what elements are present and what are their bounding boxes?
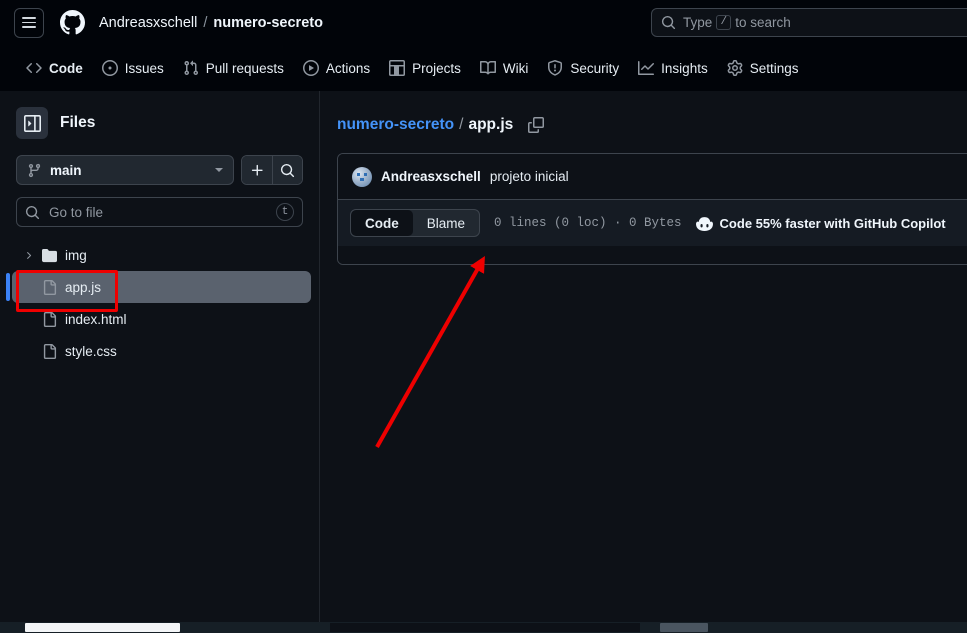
tab-actions-label: Actions [325,60,371,76]
file-content-area: numero-secreto / app.js Andreasxschell p… [321,91,967,622]
tab-blame-view[interactable]: Blame [413,210,479,236]
copilot-icon [695,216,713,231]
hamburger-menu-icon[interactable] [14,7,44,38]
chevron-down-icon [215,168,223,172]
commit-author[interactable]: Andreasxschell [381,169,481,184]
play-icon [302,60,319,76]
tab-insights[interactable]: Insights [630,54,716,82]
search-icon [661,15,676,30]
sidebar-action-buttons [241,155,303,185]
plus-icon [251,164,263,176]
tab-settings[interactable]: Settings [719,54,807,82]
search-icon [280,163,295,177]
repo-name-link[interactable]: numero-secreto [213,15,323,31]
scrollbar-track-segment [330,623,640,632]
tree-item-index-html[interactable]: index.html [12,303,311,335]
search-slash-key: / [716,15,732,30]
tab-issues-label: Issues [124,60,164,76]
code-blame-toggle: Code Blame [350,209,481,237]
go-to-file-input[interactable]: Go to file t [16,197,303,227]
breadcrumb-file-name: app.js [468,116,514,133]
search-placeholder-prefix: Type [683,15,713,30]
tab-pull-requests[interactable]: Pull requests [175,54,292,82]
global-header: Andreasxschell / numero-secreto Type / t… [0,0,967,45]
tree-item-label: app.js [65,279,102,295]
tree-item-label: img [65,247,87,263]
tree-item-label: index.html [65,311,127,327]
shield-icon [548,60,563,76]
file-tree: img app.js index.html style.css [0,239,319,367]
tree-item-app-js[interactable]: app.js [6,271,311,303]
tab-code-view[interactable]: Code [351,210,413,236]
graph-icon [638,61,655,75]
tab-pull-requests-label: Pull requests [205,60,284,76]
repo-breadcrumb-header: Andreasxschell / numero-secreto [99,15,323,31]
search-placeholder-suffix: to search [735,15,791,30]
file-icon [42,343,57,359]
files-sidebar: Files main Go to file t img app.js index… [0,91,320,622]
file-toolbar: Code Blame 0 lines (0 loc) · 0 Bytes Cod… [338,199,967,246]
tab-settings-label: Settings [749,60,799,76]
search-icon [25,205,40,219]
latest-commit-bar: Andreasxschell projeto inicial [338,154,967,199]
files-title: Files [60,114,96,131]
folder-icon [42,248,57,263]
tab-security-label: Security [570,60,620,76]
breadcrumb-repo-link[interactable]: numero-secreto [337,116,454,134]
breadcrumb: numero-secreto / app.js [321,91,967,134]
git-branch-icon [28,163,41,177]
table-icon [389,60,406,76]
branch-name-label: main [50,162,82,178]
chevron-right-icon[interactable] [22,250,34,261]
git-pull-request-icon [184,60,198,76]
go-to-file-shortcut-key: t [276,203,294,221]
tab-wiki-label: Wiki [502,60,529,76]
tree-item-img[interactable]: img [12,239,311,271]
file-icon [42,311,57,327]
code-icon [26,62,42,74]
tab-issues[interactable]: Issues [94,54,172,82]
tab-security[interactable]: Security [539,54,627,82]
gear-icon [727,60,743,76]
book-icon [479,60,496,75]
branch-controls-row: main [0,139,319,185]
tree-item-label: style.css [65,343,117,359]
issue-opened-icon [101,60,118,76]
breadcrumb-separator: / [459,116,464,133]
sidebar-collapse-icon[interactable] [16,107,48,139]
horizontal-scrollbar[interactable] [0,622,967,633]
file-icon [42,279,57,295]
code-content-empty [338,246,967,264]
go-to-file-placeholder: Go to file [49,204,104,220]
scrollbar-thumb-secondary[interactable] [660,623,708,632]
tab-code[interactable]: Code [18,54,91,94]
avatar[interactable] [352,166,372,187]
sidebar-search-button[interactable] [272,156,302,184]
branch-selector[interactable]: main [16,155,234,185]
repo-owner-link[interactable]: Andreasxschell [99,15,197,31]
add-file-button[interactable] [242,156,272,184]
file-metadata: 0 lines (0 loc) · 0 Bytes [494,216,682,230]
github-file-view-page: Andreasxschell / numero-secreto Type / t… [0,0,967,633]
copy-path-icon[interactable] [528,117,545,133]
breadcrumb-separator: / [203,14,208,31]
tree-item-style-css[interactable]: style.css [12,335,311,367]
tab-insights-label: Insights [661,60,708,76]
file-panel: Andreasxschell projeto inicial Code Blam… [337,153,967,265]
tab-wiki[interactable]: Wiki [472,54,537,82]
files-header: Files [0,91,319,139]
tab-code-label: Code [49,60,83,76]
scrollbar-thumb[interactable] [25,623,180,632]
search-placeholder: Type / to search [683,15,791,30]
copilot-promo-button[interactable]: Code 55% faster with GitHub Copilot [695,215,946,232]
repository-nav-tabs: Code Issues Pull requests Actions Projec… [0,45,967,94]
tab-actions[interactable]: Actions [295,54,378,82]
search-input[interactable]: Type / to search [651,8,967,37]
copilot-promo-label: Code 55% faster with GitHub Copilot [719,215,946,231]
tab-projects[interactable]: Projects [381,54,469,82]
commit-message[interactable]: projeto inicial [490,169,569,184]
tab-projects-label: Projects [412,60,461,76]
github-logo-icon[interactable] [57,8,87,38]
